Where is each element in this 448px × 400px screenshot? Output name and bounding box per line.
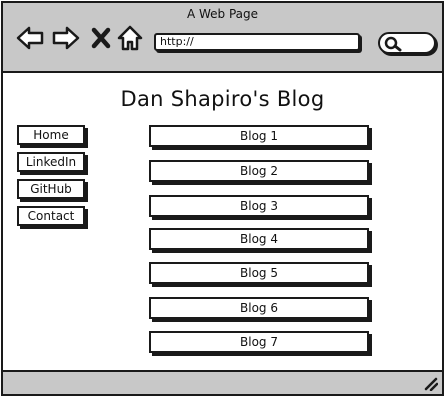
page-title: Dan Shapiro's Blog [120, 87, 325, 111]
search-icon [384, 36, 402, 52]
arrow-left-icon[interactable] [15, 23, 45, 53]
blog-3-button[interactable]: Blog 3 [149, 195, 369, 217]
blog-6-button[interactable]: Blog 6 [149, 297, 369, 319]
sidebar-item-github[interactable]: GitHub [17, 179, 85, 199]
blog-1-button[interactable]: Blog 1 [149, 125, 369, 147]
resize-grip-icon[interactable] [424, 377, 438, 391]
home-icon[interactable] [115, 23, 145, 53]
blog-7-button[interactable]: Blog 7 [149, 331, 369, 353]
status-bar [3, 370, 442, 394]
sidebar-item-home[interactable]: Home [17, 125, 85, 145]
close-icon[interactable] [89, 23, 113, 53]
arrow-right-icon[interactable] [51, 23, 81, 53]
url-input[interactable]: http:// [154, 33, 360, 51]
blog-5-button[interactable]: Blog 5 [149, 262, 369, 284]
search-input[interactable] [378, 32, 436, 54]
blog-4-button[interactable]: Blog 4 [149, 228, 369, 250]
sidebar-item-contact[interactable]: Contact [17, 206, 85, 226]
blog-2-button[interactable]: Blog 2 [149, 160, 369, 182]
browser-toolbar: A Web Page http:// [3, 3, 442, 73]
window-title: A Web Page [186, 7, 259, 21]
sidebar-item-linkedin[interactable]: LinkedIn [17, 152, 85, 172]
browser-window: A Web Page http:// Dan Shapiro's Blog Ho… [1, 1, 444, 396]
